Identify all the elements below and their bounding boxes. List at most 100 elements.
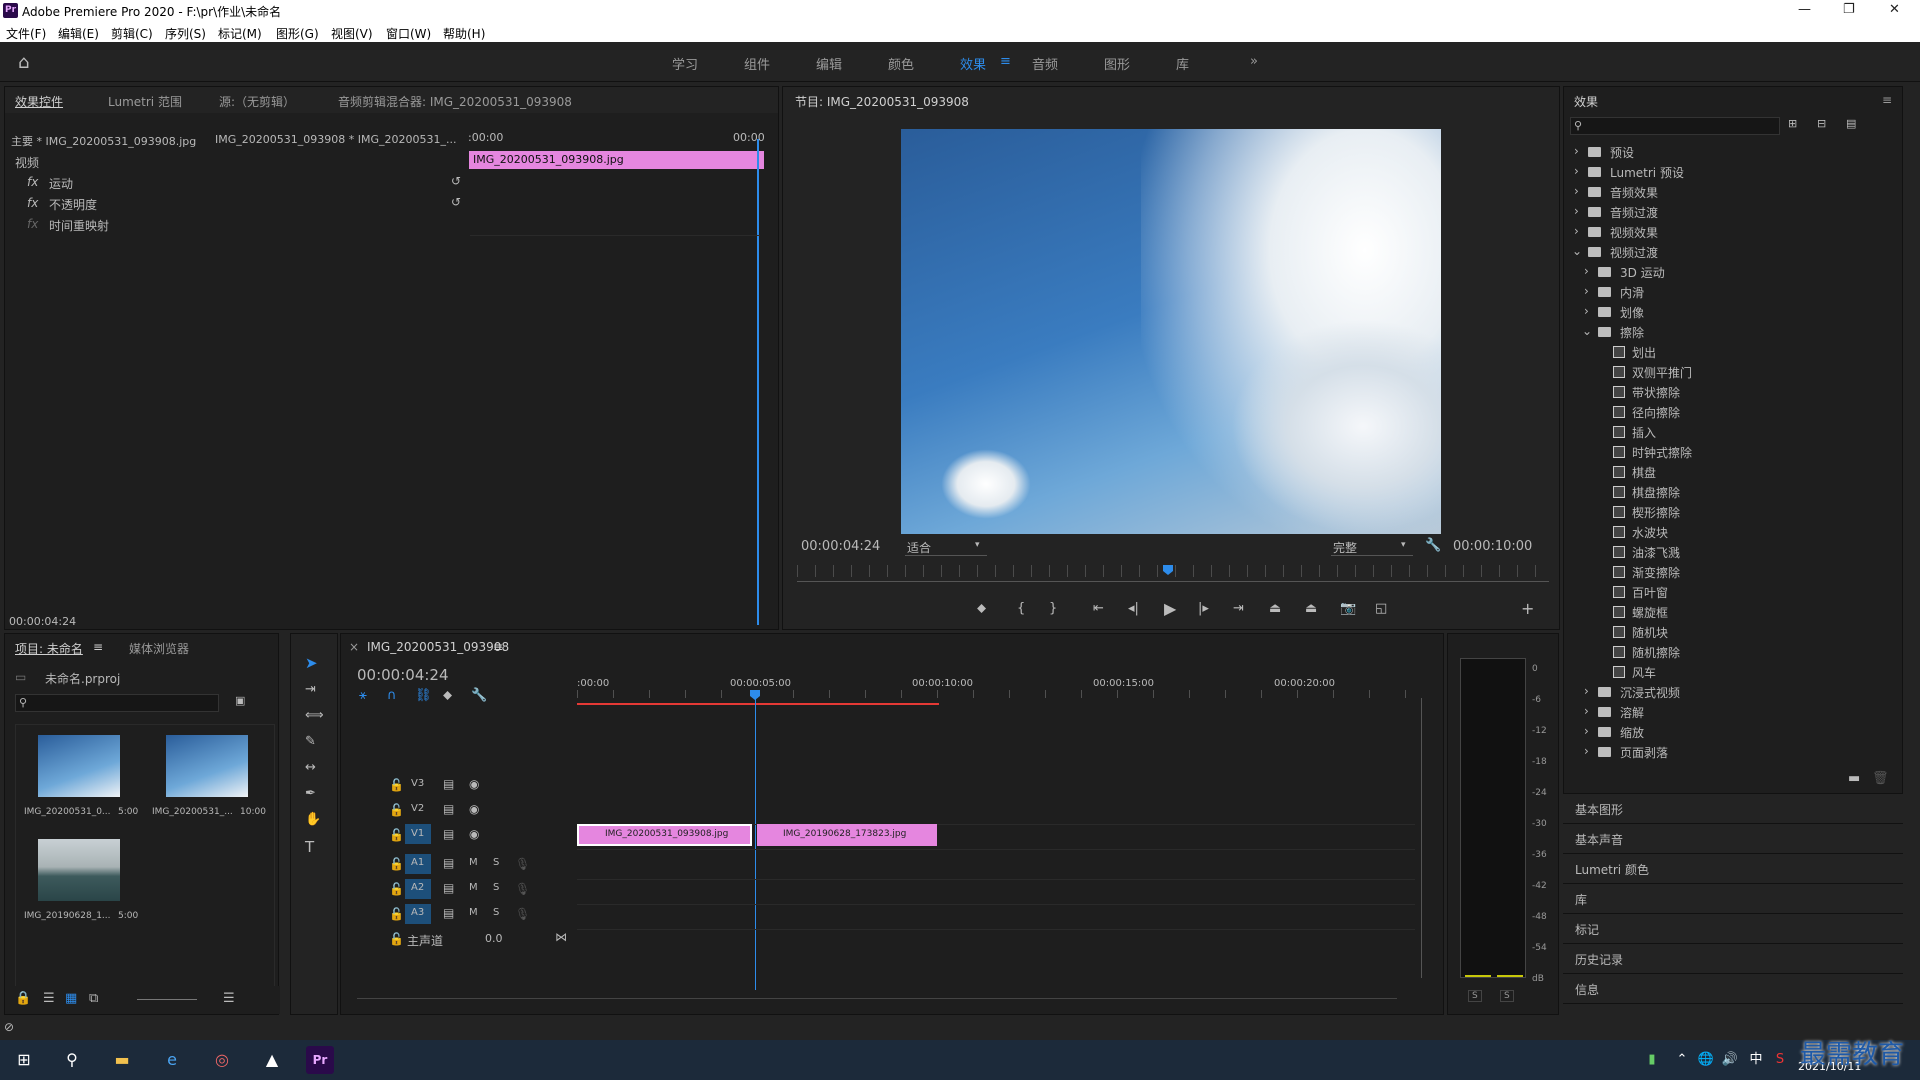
minimize-button[interactable]: — bbox=[1798, 2, 1811, 17]
wipe-item[interactable]: 随机擦除 bbox=[1632, 644, 1680, 661]
program-video-frame[interactable] bbox=[901, 129, 1441, 534]
tree-arrow[interactable]: › bbox=[1584, 284, 1589, 298]
menu-clip[interactable]: 剪辑(C) bbox=[111, 25, 153, 42]
sort-icon[interactable]: ☰ bbox=[223, 991, 235, 1006]
timeline-ruler[interactable] bbox=[577, 690, 1417, 698]
tree-item-page-peel[interactable]: 页面剥落 bbox=[1620, 744, 1668, 761]
tree-arrow[interactable]: › bbox=[1574, 184, 1579, 198]
panel-libraries[interactable]: 库 bbox=[1563, 886, 1903, 914]
workspace-effects[interactable]: 效果 bbox=[960, 54, 986, 73]
freeform-view-icon[interactable]: ⧉ bbox=[89, 991, 98, 1006]
mute-button[interactable]: M bbox=[469, 907, 478, 918]
app-icon[interactable]: ◎ bbox=[208, 1046, 236, 1074]
close-icon[interactable]: × bbox=[349, 640, 359, 654]
menu-file[interactable]: 文件(F) bbox=[6, 25, 46, 42]
clip-thumbnail[interactable] bbox=[38, 735, 120, 797]
mute-button[interactable]: M bbox=[469, 882, 478, 893]
tree-arrow-open[interactable]: ⌄ bbox=[1572, 244, 1582, 258]
film-icon[interactable]: ▤ bbox=[443, 777, 454, 791]
sequence-clip-label[interactable]: IMG_20200531_093908 * IMG_20200531_... bbox=[215, 133, 456, 146]
wrench-icon[interactable]: 🔧 bbox=[471, 688, 487, 703]
effects-search-input[interactable]: ⚲ bbox=[1570, 117, 1780, 135]
more-workspaces-icon[interactable]: » bbox=[1250, 54, 1258, 69]
film-icon[interactable]: ▤ bbox=[443, 881, 454, 895]
ec-clip-bar[interactable]: IMG_20200531_093908.jpg bbox=[469, 151, 764, 169]
pen-tool-icon[interactable]: ✒ bbox=[305, 786, 316, 801]
slip-tool-icon[interactable]: ↔ bbox=[305, 760, 316, 775]
reset-icon[interactable]: ↺ bbox=[451, 174, 461, 188]
tree-arrow[interactable]: › bbox=[1574, 164, 1579, 178]
wipe-item[interactable]: 螺旋框 bbox=[1632, 604, 1668, 621]
mic-icon[interactable]: 🎙 bbox=[515, 882, 530, 896]
master-clip-label[interactable]: 主要 * IMG_20200531_093908.jpg bbox=[11, 133, 196, 149]
workspace-learn[interactable]: 学习 bbox=[672, 54, 698, 73]
tab-source[interactable]: 源:（无剪辑） bbox=[219, 93, 295, 110]
tree-item-video-transitions[interactable]: 视频过渡 bbox=[1610, 244, 1658, 261]
ripple-edit-tool-icon[interactable]: ⟺ bbox=[305, 708, 324, 723]
tab-lumetri-scopes[interactable]: Lumetri 范围 bbox=[108, 93, 182, 110]
panel-essential-sound[interactable]: 基本声音 bbox=[1563, 826, 1903, 854]
clip-thumbnail[interactable] bbox=[166, 735, 248, 797]
wipe-item[interactable]: 棋盘 bbox=[1632, 464, 1656, 481]
volume-icon[interactable]: 🔊 bbox=[1716, 1046, 1744, 1074]
solo-button[interactable]: S bbox=[493, 857, 499, 868]
lock-icon[interactable]: 🔓 bbox=[389, 778, 404, 792]
tab-project[interactable]: 项目: 未命名 bbox=[15, 640, 83, 657]
new-bin-icon[interactable]: ▬ bbox=[1848, 771, 1860, 786]
eye-icon[interactable]: ◉ bbox=[469, 802, 479, 816]
workspace-assembly[interactable]: 组件 bbox=[744, 54, 770, 73]
clip-thumbnail[interactable] bbox=[38, 839, 120, 901]
project-search-input[interactable]: ⚲ bbox=[15, 694, 219, 712]
workspace-audio[interactable]: 音频 bbox=[1032, 54, 1058, 73]
tree-arrow[interactable]: › bbox=[1574, 224, 1579, 238]
hand-tool-icon[interactable]: ✋ bbox=[305, 812, 321, 827]
mute-button[interactable]: M bbox=[469, 857, 478, 868]
tree-arrow[interactable]: › bbox=[1574, 144, 1579, 158]
panel-menu-icon[interactable]: ≡ bbox=[1882, 93, 1892, 107]
wipe-item[interactable]: 百叶窗 bbox=[1632, 584, 1668, 601]
eye-icon[interactable]: ◉ bbox=[469, 827, 479, 841]
film-icon[interactable]: ▤ bbox=[443, 856, 454, 870]
lock-icon[interactable]: 🔓 bbox=[389, 828, 404, 842]
tree-arrow[interactable]: › bbox=[1584, 744, 1589, 758]
timeline-playhead[interactable] bbox=[755, 698, 756, 990]
ec-timecode[interactable]: 00:00:04:24 bbox=[9, 615, 76, 628]
tree-item-audio-effects[interactable]: 音频效果 bbox=[1610, 184, 1658, 201]
zoom-bar[interactable] bbox=[797, 581, 1549, 582]
wipe-item[interactable]: 棋盘擦除 bbox=[1632, 484, 1680, 501]
lock-icon[interactable]: 🔓 bbox=[389, 907, 404, 921]
photos-icon[interactable]: ▲ bbox=[258, 1046, 286, 1074]
timeline-clip[interactable]: IMG_20190628_173823.jpg bbox=[757, 824, 937, 846]
list-view-icon[interactable]: ☰ bbox=[43, 991, 55, 1006]
panel-essential-graphics[interactable]: 基本图形 bbox=[1563, 796, 1903, 824]
workspace-libraries[interactable]: 库 bbox=[1176, 54, 1189, 73]
go-to-in-icon[interactable]: ⇤ bbox=[1093, 601, 1104, 616]
home-icon[interactable]: ⌂ bbox=[18, 52, 29, 73]
tree-arrow-open[interactable]: ⌄ bbox=[1582, 324, 1592, 338]
timeline-timecode[interactable]: 00:00:04:24 bbox=[357, 666, 449, 684]
mark-in-icon[interactable]: { bbox=[1017, 601, 1025, 616]
solo-button[interactable]: S bbox=[493, 882, 499, 893]
track-label-v1[interactable]: V1 bbox=[411, 828, 424, 839]
windows-start-icon[interactable]: ⊞ bbox=[10, 1046, 38, 1074]
accelerated-icon[interactable]: ⊞ bbox=[1788, 117, 1797, 130]
film-icon[interactable]: ▤ bbox=[443, 906, 454, 920]
extract-icon[interactable]: ⏏ bbox=[1305, 601, 1317, 616]
panel-lumetri-color[interactable]: Lumetri 颜色 bbox=[1563, 856, 1903, 884]
razor-tool-icon[interactable]: ✎ bbox=[305, 734, 316, 749]
tree-arrow[interactable]: › bbox=[1584, 704, 1589, 718]
edge-icon[interactable]: e bbox=[158, 1046, 186, 1074]
add-marker-icon[interactable]: ⬥ bbox=[443, 688, 452, 703]
snap-icon[interactable]: ∩ bbox=[387, 688, 397, 703]
sogou-icon[interactable]: S bbox=[1766, 1046, 1794, 1074]
panel-menu-icon[interactable]: ≡ bbox=[93, 640, 103, 654]
ec-playhead[interactable] bbox=[757, 139, 759, 625]
premiere-taskbar-icon[interactable]: Pr bbox=[306, 1046, 334, 1074]
camera-icon[interactable]: 📷 bbox=[1340, 601, 1356, 616]
timeline-title[interactable]: IMG_20200531_093908 bbox=[367, 640, 509, 654]
track-label-a1[interactable]: A1 bbox=[411, 857, 424, 868]
workspace-menu-icon[interactable]: ≡ bbox=[1000, 54, 1011, 69]
file-explorer-icon[interactable]: ▬ bbox=[108, 1046, 136, 1074]
icon-view-icon[interactable]: ▦ bbox=[65, 991, 77, 1006]
tree-item-immersive[interactable]: 沉浸式视频 bbox=[1620, 684, 1680, 701]
